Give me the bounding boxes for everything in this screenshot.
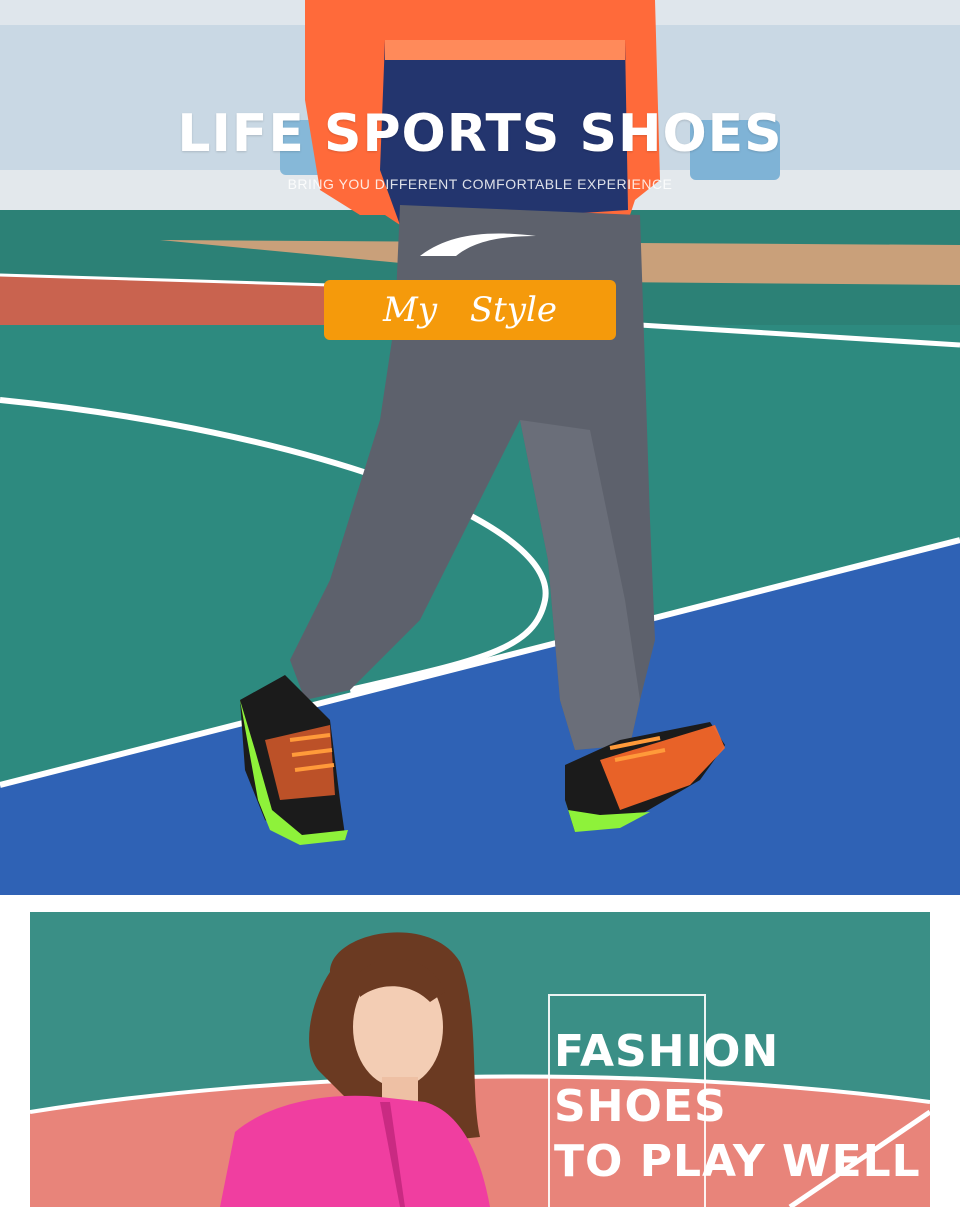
brand-logo-icon	[420, 233, 536, 256]
hero-subtitle: BRING YOU DIFFERENT COMFORTABLE EXPERIEN…	[287, 176, 673, 192]
banner-line-3: TO PLAY WELL	[554, 1136, 921, 1187]
banner-line-1: FASHION	[554, 1026, 780, 1077]
hero-title: LIFE SPORTS SHOES	[177, 104, 783, 164]
fashion-banner: FASHION SHOES TO PLAY WELL	[30, 912, 930, 1207]
banner-line-2: SHOES	[554, 1081, 727, 1132]
my-style-badge: My Style	[324, 280, 616, 340]
product-page: LIFE SPORTS SHOES BRING YOU DIFFERENT CO…	[0, 0, 960, 1207]
banner-headline: FASHION SHOES TO PLAY WELL	[554, 1024, 921, 1189]
hero-section: LIFE SPORTS SHOES BRING YOU DIFFERENT CO…	[0, 0, 960, 895]
